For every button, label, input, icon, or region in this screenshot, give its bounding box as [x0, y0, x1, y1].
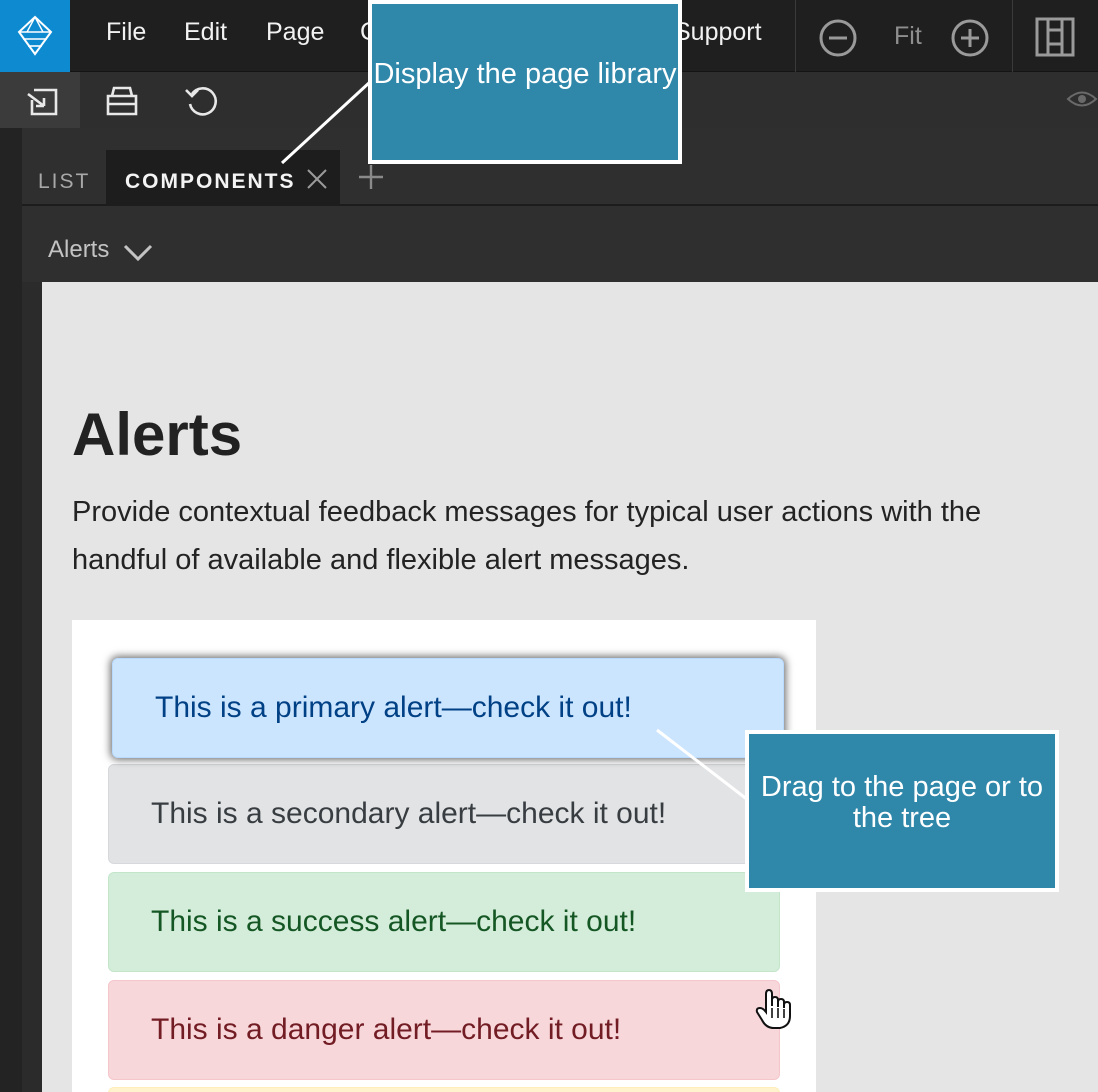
page-layout-icon[interactable]	[1034, 16, 1076, 58]
eye-icon[interactable]	[1066, 88, 1098, 110]
chevron-down-icon	[123, 244, 153, 262]
left-panel-edge	[0, 128, 22, 1092]
callout-drag-component: Drag to the page or to the tree	[745, 730, 1059, 892]
alert-warning[interactable]	[108, 1087, 780, 1092]
menu-divider	[795, 0, 796, 72]
undo-icon[interactable]	[182, 82, 222, 118]
tab-list[interactable]: LIST	[38, 170, 90, 194]
library-category-value: Alerts	[48, 236, 110, 263]
alert-success[interactable]: This is a success alert—check it out!	[108, 872, 780, 972]
alert-danger[interactable]: This is a danger alert—check it out!	[108, 980, 780, 1080]
import-icon[interactable]	[24, 82, 64, 118]
zoom-out-icon[interactable]	[818, 18, 858, 58]
hand-cursor-icon	[755, 988, 791, 1029]
alert-secondary[interactable]: This is a secondary alert—check it out!	[108, 764, 780, 864]
close-icon[interactable]	[306, 168, 328, 190]
add-tab-icon[interactable]	[358, 164, 384, 190]
alert-primary[interactable]: This is a primary alert—check it out!	[112, 658, 784, 758]
tab-components[interactable]: COMPONENTS	[106, 150, 340, 206]
menu-edit[interactable]: Edit	[184, 18, 227, 47]
tab-components-label: COMPONENTS	[125, 170, 296, 193]
page-lead-text: Provide contextual feedback messages for…	[72, 496, 982, 576]
zoom-in-icon[interactable]	[950, 18, 990, 58]
menu-file[interactable]: File	[106, 18, 146, 47]
app-logo[interactable]	[0, 0, 70, 72]
library-category-dropdown[interactable]: Alerts	[22, 206, 1098, 282]
library-icon[interactable]	[102, 82, 142, 118]
zoom-fit-button[interactable]: Fit	[894, 22, 922, 51]
menu-support[interactable]: Support	[674, 18, 762, 47]
pinegrow-logo-icon	[17, 15, 53, 56]
page-title: Alerts	[72, 401, 243, 468]
component-preview: Alerts Provide contextual feedback messa…	[42, 282, 1098, 1092]
menu-divider	[1012, 0, 1013, 72]
menu-page[interactable]: Page	[266, 18, 324, 47]
callout-page-library: Display the page library	[368, 0, 682, 164]
